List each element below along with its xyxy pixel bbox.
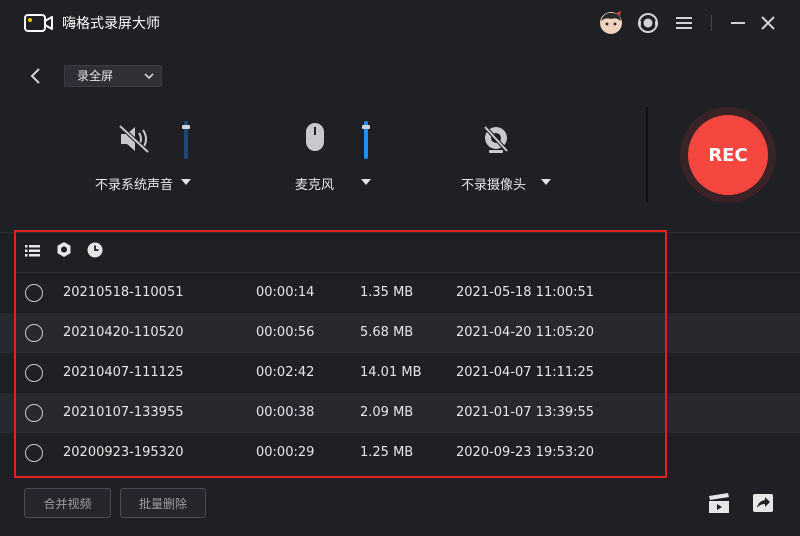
slider-thumb[interactable]	[362, 125, 370, 129]
microphone-icon[interactable]	[303, 121, 327, 157]
system-audio-dropdown-icon[interactable]	[181, 179, 191, 185]
list-highlight-frame	[14, 230, 667, 478]
close-icon[interactable]	[755, 11, 781, 35]
merge-videos-button[interactable]: 合并视频	[24, 488, 111, 518]
microphone-label[interactable]: 麦克风	[295, 174, 334, 193]
camera-label[interactable]: 不录摄像头	[461, 174, 526, 193]
back-icon[interactable]	[28, 66, 44, 86]
support-icon[interactable]	[635, 11, 661, 35]
title-bar: 嗨格式录屏大师	[0, 0, 800, 46]
menu-icon[interactable]	[671, 11, 697, 35]
slider-thumb[interactable]	[182, 125, 190, 129]
speaker-muted-icon[interactable]	[118, 124, 152, 154]
minimize-icon[interactable]	[725, 11, 751, 35]
system-audio-label[interactable]: 不录系统声音	[95, 174, 173, 193]
system-audio-volume-slider[interactable]	[182, 121, 190, 159]
video-editor-icon[interactable]	[707, 492, 731, 514]
microphone-volume-slider[interactable]	[362, 121, 370, 159]
camera-off-icon[interactable]	[482, 125, 510, 155]
app-title: 嗨格式录屏大师	[62, 16, 160, 32]
avatar-icon[interactable]	[598, 11, 624, 35]
microphone-dropdown-icon[interactable]	[361, 179, 371, 185]
share-icon[interactable]	[751, 492, 775, 514]
camera-dropdown-icon[interactable]	[541, 179, 551, 185]
titlebar-separator	[711, 15, 712, 31]
batch-delete-button[interactable]: 批量删除	[120, 488, 206, 518]
app-logo-icon	[24, 14, 53, 32]
controls-separator	[646, 107, 648, 202]
record-mode-select[interactable]: 录全屏	[64, 65, 162, 87]
chevron-down-icon	[144, 73, 154, 80]
record-mode-value: 录全屏	[77, 69, 114, 83]
rec-button[interactable]: REC	[688, 115, 768, 195]
